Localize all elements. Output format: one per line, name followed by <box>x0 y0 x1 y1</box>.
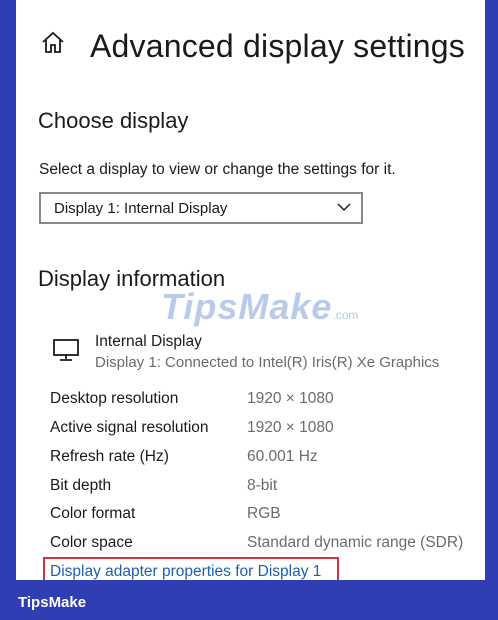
info-value: 1920 × 1080 <box>247 419 334 436</box>
watermark-logo: TipsMake.com <box>161 286 358 328</box>
watermark-brand: TipsMake <box>161 286 333 327</box>
chevron-down-icon <box>337 203 351 211</box>
display-connection: Display 1: Connected to Intel(R) Iris(R)… <box>95 354 440 371</box>
display-adapter-properties-link[interactable]: Display adapter properties for Display 1 <box>50 563 321 580</box>
info-label: Active signal resolution <box>50 419 209 436</box>
info-value: 60.001 Hz <box>247 448 318 465</box>
display-select-value: Display 1: Internal Display <box>54 199 228 217</box>
choose-display-description: Select a display to view or change the s… <box>39 161 396 178</box>
choose-display-heading: Choose display <box>38 108 189 133</box>
display-select[interactable]: Display 1: Internal Display <box>39 192 363 224</box>
settings-panel: Advanced display settings Choose display… <box>16 0 485 580</box>
footer-brand: TipsMake <box>18 594 87 611</box>
info-label: Desktop resolution <box>50 390 179 407</box>
monitor-icon <box>53 339 79 361</box>
info-label: Color format <box>50 505 136 522</box>
info-value: 1920 × 1080 <box>247 390 334 407</box>
home-button[interactable] <box>40 30 66 56</box>
info-label: Color space <box>50 534 133 551</box>
display-name: Internal Display <box>95 333 202 350</box>
watermark-suffix: .com <box>332 308 359 322</box>
info-label: Bit depth <box>50 477 112 494</box>
home-icon <box>42 31 64 53</box>
info-value: Standard dynamic range (SDR) <box>247 534 464 551</box>
info-value: RGB <box>247 505 281 522</box>
info-value: 8-bit <box>247 477 278 494</box>
info-label: Refresh rate (Hz) <box>50 448 169 465</box>
page-title: Advanced display settings <box>90 28 465 64</box>
